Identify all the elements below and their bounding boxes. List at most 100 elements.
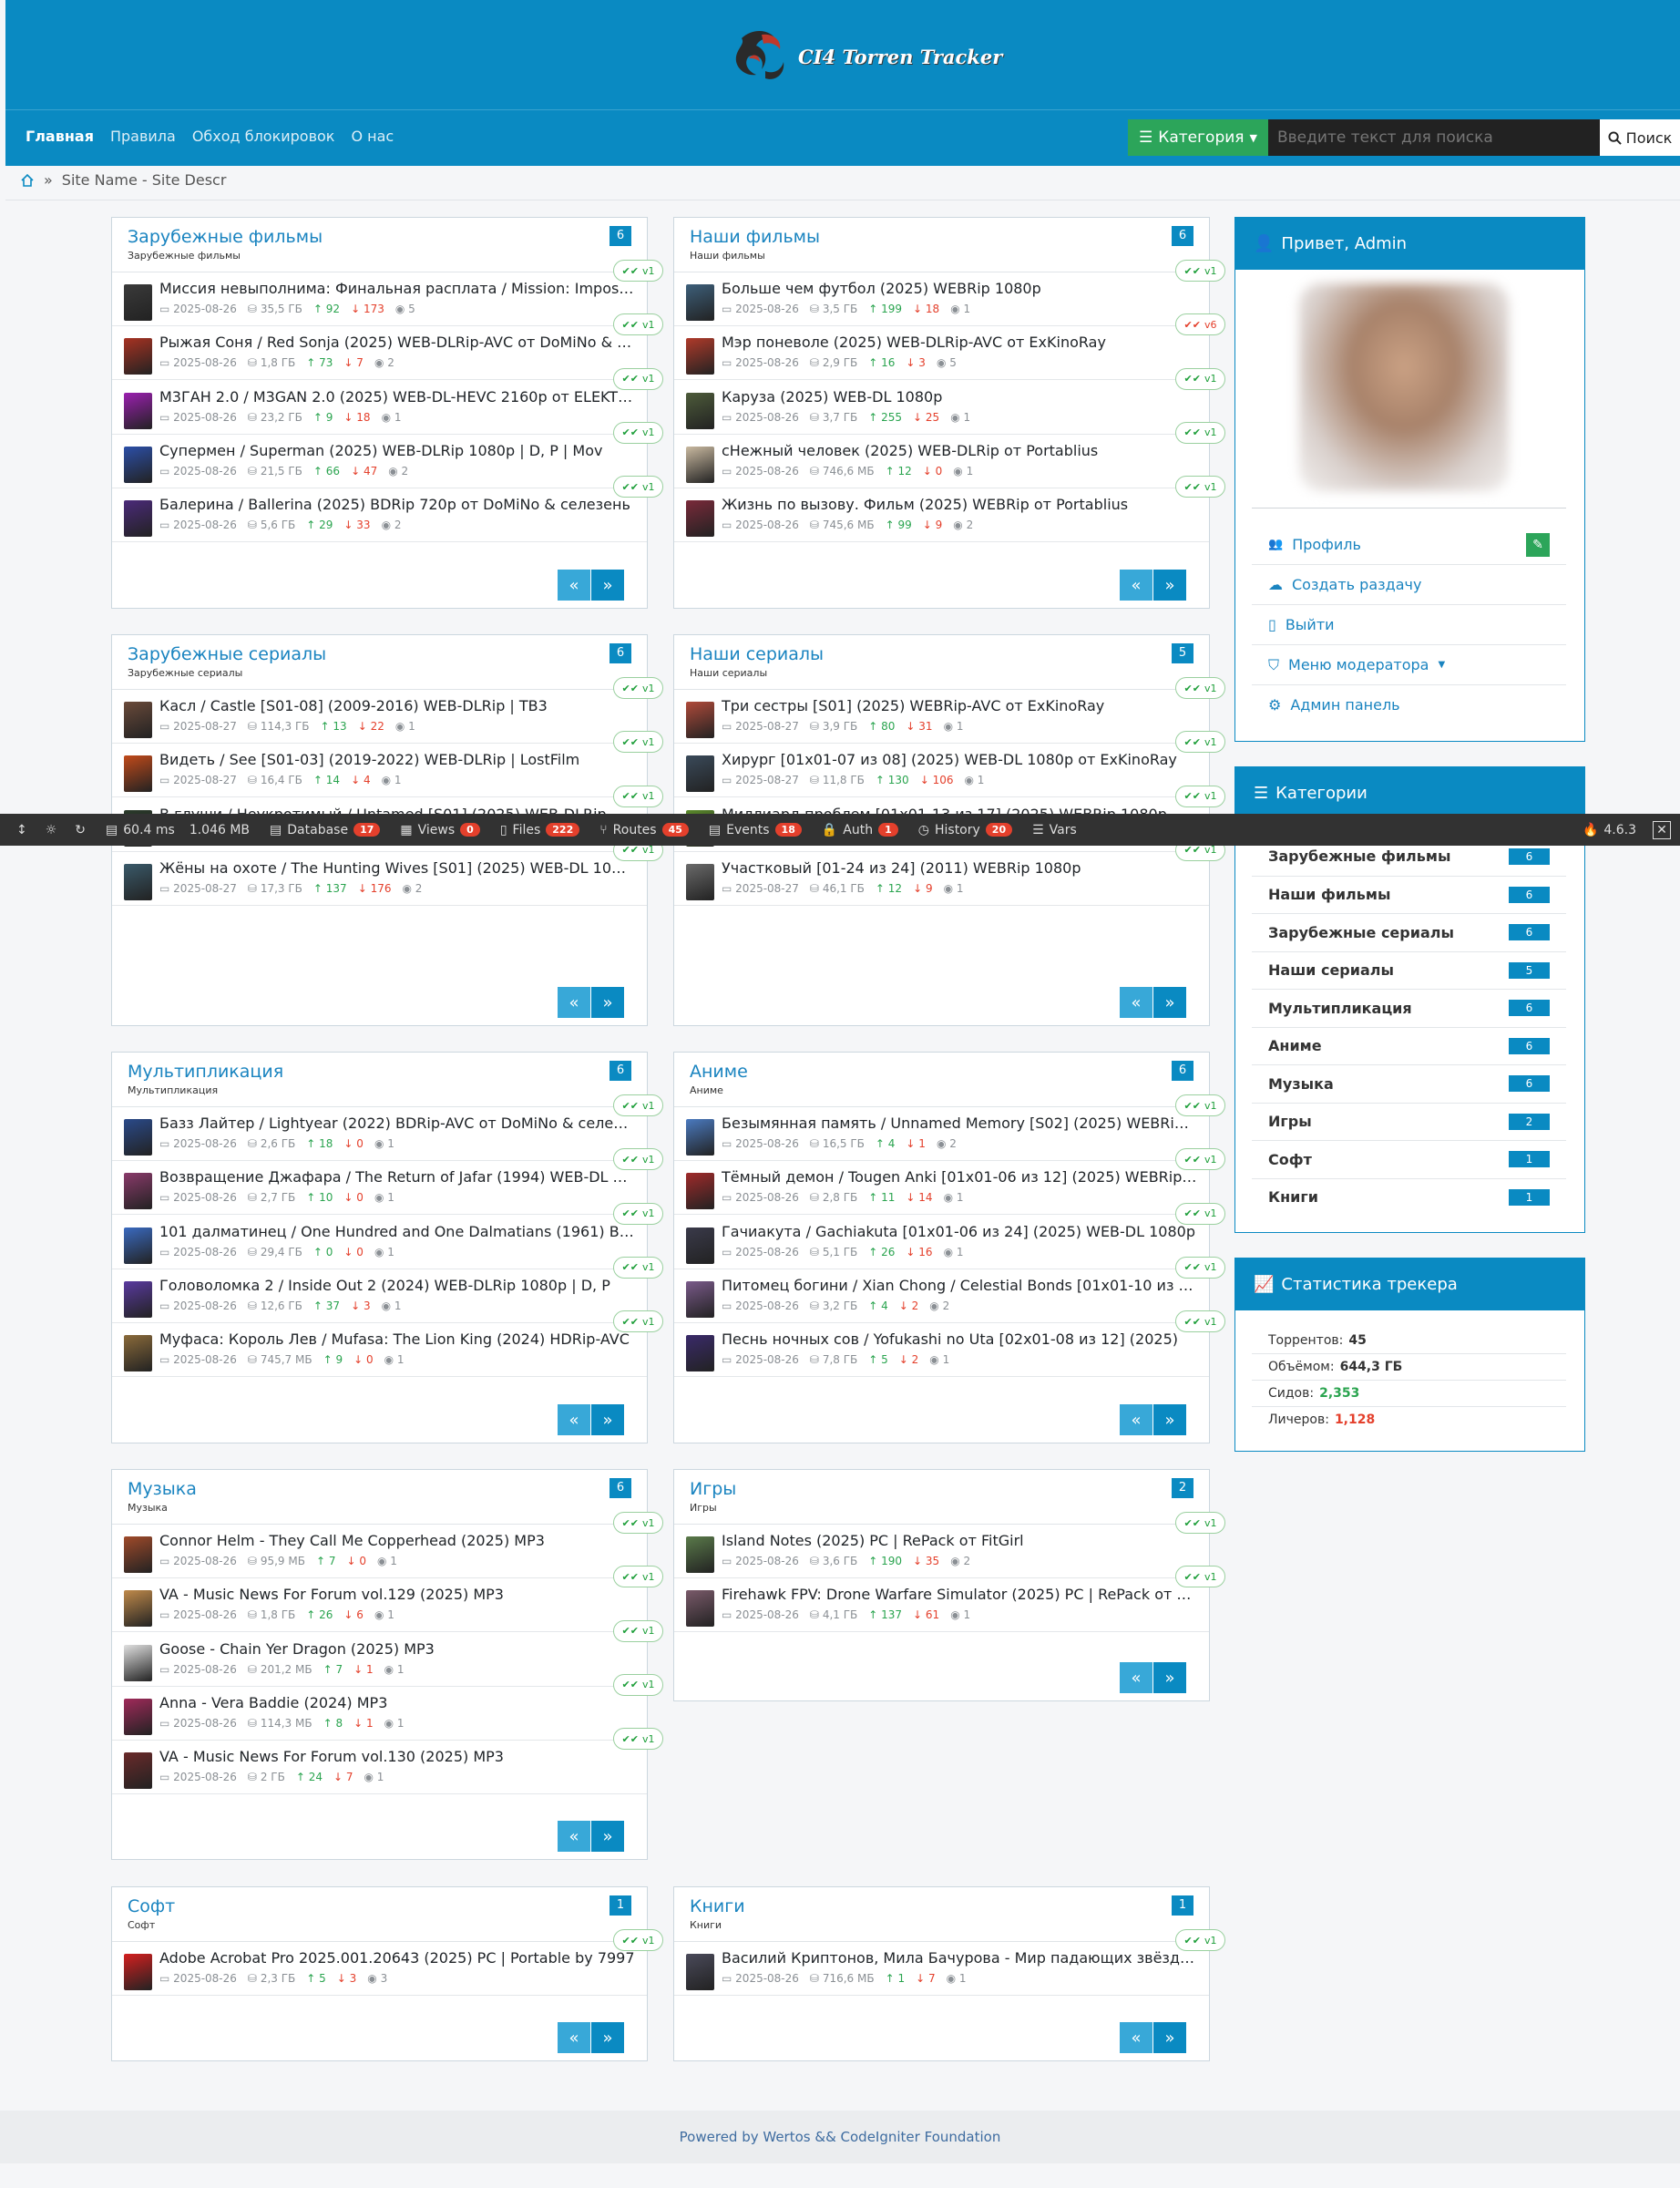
torrent-row[interactable]: Anna - Vera Baddie (2024) MP3 ▭ 2025-08-2… <box>112 1673 663 1741</box>
torrent-title[interactable]: Возвращение Джафара / The Return of Jafa… <box>159 1168 635 1186</box>
torrent-row[interactable]: Муфаса: Король Лев / Mufasa: The Lion Ki… <box>112 1310 663 1378</box>
next-page-icon[interactable]: » <box>591 570 624 601</box>
menu-profile[interactable]: 👥 Профиль ✎ <box>1252 524 1566 564</box>
torrent-title[interactable]: Касл / Castle [S01-08] (2009-2016) WEB-D… <box>159 697 635 714</box>
torrent-row[interactable]: Рыжая Соня / Red Sonja (2025) WEB-DLRip-… <box>112 313 663 381</box>
poster-thumbnail[interactable] <box>124 1280 152 1318</box>
torrent-row[interactable]: Супермен / Superman (2025) WEB-DLRip 108… <box>112 421 663 488</box>
search-button[interactable]: Поиск <box>1600 119 1680 156</box>
torrent-title[interactable]: Видеть / See [S01-03] (2019-2022) WEB-DL… <box>159 751 635 768</box>
next-page-icon[interactable]: » <box>591 2022 624 2053</box>
poster-thumbnail[interactable] <box>124 1698 152 1735</box>
poster-thumbnail[interactable] <box>124 702 152 738</box>
torrent-title[interactable]: 101 далматинец / One Hundred and One Dal… <box>159 1223 635 1240</box>
poster-thumbnail[interactable] <box>124 338 152 375</box>
poster-thumbnail[interactable] <box>686 446 714 483</box>
sidebar-category-item[interactable]: Наши фильмы 6 <box>1252 875 1566 913</box>
torrent-title[interactable]: Firehawk FPV: Drone Warfare Simulator (2… <box>722 1586 1197 1603</box>
poster-thumbnail[interactable] <box>124 1752 152 1790</box>
torrent-title[interactable]: Базз Лайтер / Lightyear (2022) BDRip-AVC… <box>159 1115 635 1132</box>
poster-thumbnail[interactable] <box>124 1335 152 1372</box>
nav-bypass[interactable]: Обход блокировок <box>192 128 335 145</box>
torrent-title[interactable]: Мэр поневоле (2025) WEB-DLRip-AVC от ExK… <box>722 334 1197 351</box>
poster-thumbnail[interactable] <box>686 1119 714 1156</box>
next-page-icon[interactable]: » <box>591 1821 624 1852</box>
nav-about[interactable]: О нас <box>351 128 394 145</box>
nav-home[interactable]: Главная <box>26 128 94 145</box>
refresh-icon[interactable]: ↻ <box>75 823 86 837</box>
torrent-row[interactable]: сНежный человек (2025) WEB-DLRip от Port… <box>674 421 1225 488</box>
toolbar-item-files[interactable]: ▯ Files 222 <box>500 823 580 837</box>
sidebar-category-item[interactable]: Мультипликация 6 <box>1252 989 1566 1026</box>
prev-page-icon[interactable]: « <box>1120 2022 1152 2053</box>
toolbar-item-history[interactable]: ◷ History 20 <box>918 823 1013 837</box>
prev-page-icon[interactable]: « <box>1120 1662 1152 1693</box>
toolbar-item-auth[interactable]: 🔒 Auth 1 <box>822 823 898 837</box>
torrent-row[interactable]: Василий Криптонов, Мила Бачурова - Мир п… <box>674 1929 1225 1996</box>
poster-thumbnail[interactable] <box>686 702 714 738</box>
theme-toggle-icon[interactable]: ☼ <box>46 823 57 837</box>
next-page-icon[interactable]: » <box>591 987 624 1018</box>
torrent-row[interactable]: Adobe Acrobat Pro 2025.001.20643 (2025) … <box>112 1929 663 1996</box>
torrent-row[interactable]: Головоломка 2 / Inside Out 2 (2024) WEB-… <box>112 1256 663 1323</box>
prev-page-icon[interactable]: « <box>558 570 590 601</box>
poster-thumbnail[interactable] <box>124 863 152 900</box>
toolbar-item-routes[interactable]: ⑂ Routes 45 <box>599 823 689 837</box>
toolbar-timing[interactable]: ▤ 60.4 ms 1.046 MB <box>106 823 250 837</box>
torrent-title[interactable]: Adobe Acrobat Pro 2025.001.20643 (2025) … <box>159 1949 635 1967</box>
prev-page-icon[interactable]: « <box>558 1821 590 1852</box>
torrent-row[interactable]: Тёмный демон / Tougen Anki [01x01-06 из … <box>674 1148 1225 1216</box>
torrent-title[interactable]: VA - Music News For Forum vol.130 (2025)… <box>159 1748 635 1765</box>
torrent-title[interactable]: Песнь ночных сов / Yofukashi no Uta [02x… <box>722 1330 1197 1348</box>
poster-thumbnail[interactable] <box>124 1644 152 1681</box>
torrent-title[interactable]: Жёны на охоте / The Hunting Wives [S01] … <box>159 859 635 877</box>
next-page-icon[interactable]: » <box>1153 987 1186 1018</box>
category-title[interactable]: Наши фильмы <box>690 227 820 247</box>
torrent-row[interactable]: Firehawk FPV: Drone Warfare Simulator (2… <box>674 1566 1225 1633</box>
home-icon[interactable] <box>20 173 35 188</box>
poster-thumbnail[interactable] <box>124 284 152 321</box>
poster-thumbnail[interactable] <box>124 1227 152 1264</box>
toolbar-item-events[interactable]: ▤ Events 18 <box>709 823 802 837</box>
torrent-row[interactable]: Connor Helm - They Call Me Copperhead (2… <box>112 1512 663 1578</box>
poster-thumbnail[interactable] <box>124 446 152 483</box>
category-title[interactable]: Игры <box>690 1479 736 1499</box>
category-title[interactable]: Музыка <box>128 1479 197 1499</box>
poster-thumbnail[interactable] <box>686 338 714 375</box>
torrent-title[interactable]: Три сестры [S01] (2025) WEBRip-AVC от Ex… <box>722 697 1197 714</box>
sidebar-category-item[interactable]: Наши сериалы 5 <box>1252 950 1566 989</box>
prev-page-icon[interactable]: « <box>558 987 590 1018</box>
sidebar-category-item[interactable]: Аниме 6 <box>1252 1026 1566 1064</box>
poster-thumbnail[interactable] <box>686 1335 714 1372</box>
menu-moderator[interactable]: ⛉ Меню модератора ▼ <box>1252 644 1566 684</box>
torrent-title[interactable]: М3ГАН 2.0 / M3GAN 2.0 (2025) WEB-DL-HEVC… <box>159 388 635 406</box>
category-title[interactable]: Зарубежные сериалы <box>128 644 326 664</box>
torrent-title[interactable]: Головоломка 2 / Inside Out 2 (2024) WEB-… <box>159 1277 635 1294</box>
next-page-icon[interactable]: » <box>1153 1404 1186 1435</box>
poster-thumbnail[interactable] <box>686 284 714 321</box>
torrent-row[interactable]: Больше чем футбол (2025) WEBRip 1080p ▭ 2… <box>674 260 1225 326</box>
poster-thumbnail[interactable] <box>124 1173 152 1210</box>
torrent-row[interactable]: Касл / Castle [S01-08] (2009-2016) WEB-D… <box>112 677 663 744</box>
torrent-row[interactable]: Goose - Chain Yer Dragon (2025) MP3 ▭ 202… <box>112 1619 663 1687</box>
prev-page-icon[interactable]: « <box>1120 570 1152 601</box>
torrent-row[interactable]: Жёны на охоте / The Hunting Wives [S01] … <box>112 838 663 906</box>
toolbar-item-database[interactable]: ▤ Database 17 <box>270 823 381 837</box>
poster-thumbnail[interactable] <box>124 1536 152 1573</box>
menu-logout[interactable]: ▯ Выйти <box>1252 604 1566 644</box>
poster-thumbnail[interactable] <box>124 1119 152 1156</box>
poster-thumbnail[interactable] <box>124 1954 152 1990</box>
category-title[interactable]: Софт <box>128 1896 175 1916</box>
torrent-title[interactable]: сНежный человек (2025) WEB-DLRip от Port… <box>722 442 1197 459</box>
torrent-row[interactable]: VA - Music News For Forum vol.130 (2025)… <box>112 1728 663 1795</box>
close-icon[interactable]: ✕ <box>1653 820 1671 839</box>
torrent-row[interactable]: Хирург [01x01-07 из 08] (2025) WEB-DL 10… <box>674 731 1225 798</box>
toolbar-item-vars[interactable]: ☰ Vars <box>1032 823 1077 837</box>
poster-thumbnail[interactable] <box>686 1536 714 1573</box>
menu-admin[interactable]: ⚙ Админ панель <box>1252 684 1566 724</box>
torrent-title[interactable]: Goose - Chain Yer Dragon (2025) MP3 <box>159 1640 635 1658</box>
torrent-title[interactable]: Участковый [01-24 из 24] (2011) WEBRip 1… <box>722 859 1197 877</box>
torrent-title[interactable]: Connor Helm - They Call Me Copperhead (2… <box>159 1532 635 1549</box>
torrent-title[interactable]: Миссия невыполнима: Финальная расплата /… <box>159 280 635 297</box>
poster-thumbnail[interactable] <box>686 1954 714 1990</box>
